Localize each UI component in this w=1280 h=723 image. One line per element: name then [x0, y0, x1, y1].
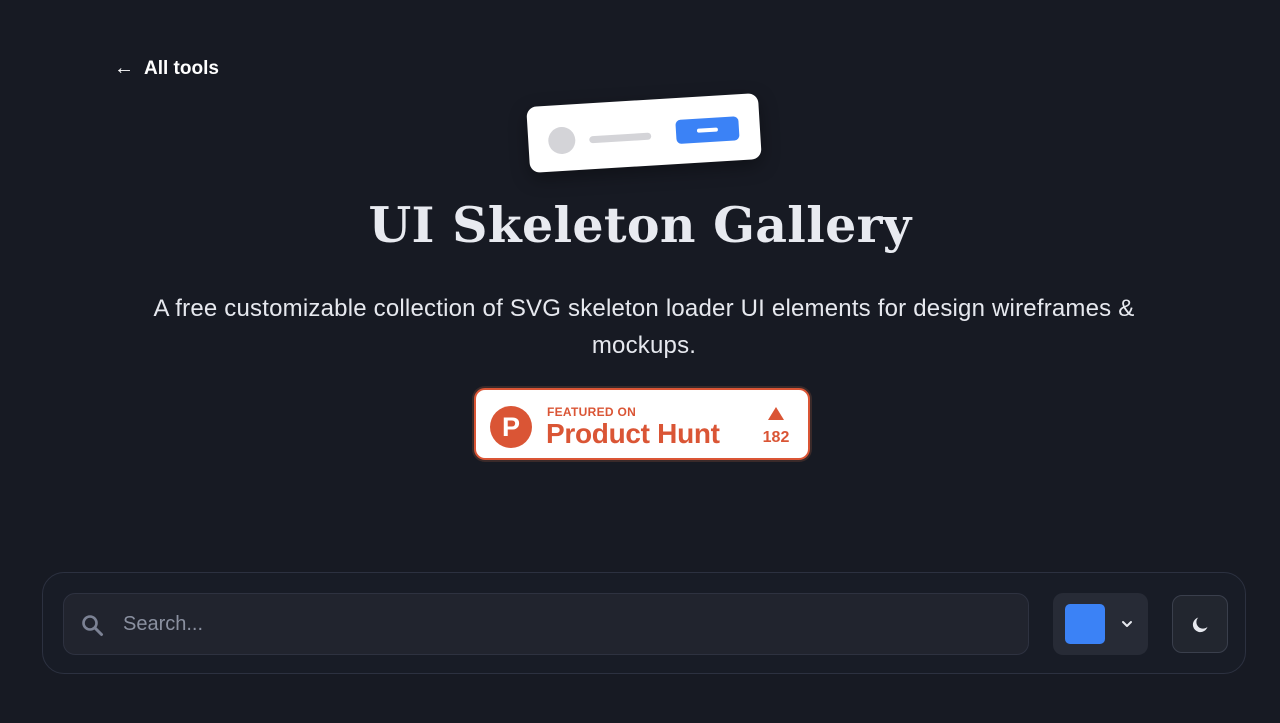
back-link-label: All tools [144, 58, 219, 79]
page-subtitle: A free customizable collection of SVG sk… [153, 295, 1135, 359]
toolbar [42, 572, 1246, 674]
product-hunt-name: Product Hunt [546, 418, 720, 449]
product-hunt-featured-label: FEATURED ON [547, 405, 637, 419]
upvote-count: 182 [762, 429, 790, 446]
product-hunt-logo-icon: P [490, 406, 532, 448]
color-picker[interactable] [1053, 593, 1148, 655]
color-swatch [1065, 604, 1105, 644]
theme-toggle-button[interactable] [1172, 595, 1228, 653]
page: ← All tools UI Skeleton Gallery A free c… [0, 0, 1280, 723]
skeleton-avatar [547, 126, 577, 155]
upvote-triangle-icon [768, 407, 784, 420]
back-link-all-tools[interactable]: ← All tools [114, 58, 219, 80]
search-icon [82, 615, 103, 636]
chevron-down-icon [1122, 621, 1132, 627]
page-title: UI Skeleton Gallery [368, 196, 912, 254]
product-hunt-badge[interactable]: P FEATURED ON Product Hunt 182 [474, 388, 810, 460]
moon-icon [1192, 617, 1208, 633]
skeleton-line [589, 132, 652, 144]
search-input[interactable] [121, 594, 1005, 655]
search-box [63, 593, 1029, 655]
arrow-left-icon: ← [114, 57, 134, 79]
skeleton-button [675, 116, 740, 145]
hero-illustration [526, 92, 762, 174]
